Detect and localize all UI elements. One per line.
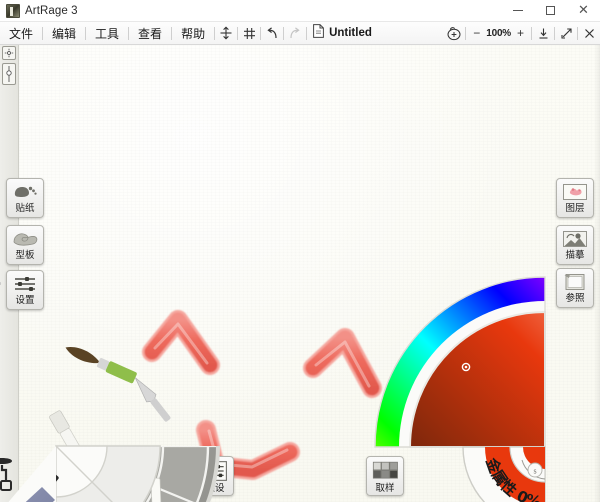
- window-title: ArtRage 3: [25, 4, 78, 17]
- maximize-button[interactable]: [534, 0, 567, 22]
- menu-view[interactable]: 查看: [129, 22, 171, 45]
- zoom-level: 100%: [486, 27, 511, 39]
- artrage-app-icon: [6, 3, 20, 18]
- menu-help[interactable]: 帮助: [172, 22, 214, 45]
- layers-icon: [563, 184, 587, 200]
- tracing-image-icon: [563, 231, 587, 247]
- stencils-label: 型板: [15, 250, 35, 261]
- stencils-button[interactable]: 型板: [6, 225, 44, 265]
- title-bar: ArtRage 3 ✕: [0, 0, 600, 22]
- redo-icon[interactable]: [284, 22, 306, 45]
- window-controls: ✕: [501, 0, 600, 22]
- stickers-label: 贴纸: [15, 203, 35, 214]
- artrage-window: ArtRage 3 ✕ 文件 编辑 工具 查看 帮助 Untitled − 10…: [0, 0, 600, 502]
- add-circle-icon[interactable]: [443, 22, 465, 45]
- fit-to-screen-icon[interactable]: [532, 22, 554, 45]
- paint-roller-tool: [0, 458, 12, 491]
- zoom-out-button[interactable]: −: [471, 26, 482, 40]
- color-wheel[interactable]: s 金属性 0%: [372, 274, 600, 502]
- zoom-in-button[interactable]: +: [515, 26, 526, 40]
- mini-pressure-slider[interactable]: [2, 63, 16, 85]
- menu-edit[interactable]: 编辑: [43, 22, 85, 45]
- document-chip[interactable]: Untitled: [307, 22, 380, 45]
- tracing-button[interactable]: 描摹: [556, 225, 594, 265]
- opacity-slider: [8, 446, 56, 502]
- menu-bar: 文件 编辑 工具 查看 帮助 Untitled − 100% +: [0, 22, 600, 45]
- tracing-label: 描摹: [565, 250, 585, 261]
- svg-text:s: s: [533, 467, 536, 476]
- move-canvas-icon[interactable]: [215, 22, 237, 45]
- document-icon: [313, 23, 324, 43]
- layers-button[interactable]: 图层: [556, 178, 594, 218]
- menu-file[interactable]: 文件: [0, 22, 42, 45]
- stickers-button[interactable]: 贴纸: [6, 178, 44, 218]
- menu-tools[interactable]: 工具: [86, 22, 128, 45]
- close-document-icon[interactable]: [578, 22, 600, 45]
- sticker-foot-icon: [14, 186, 37, 197]
- document-name: Untitled: [329, 27, 372, 39]
- stencil-swirl-icon: [13, 233, 38, 246]
- undo-icon[interactable]: [261, 22, 283, 45]
- grid-icon[interactable]: [238, 22, 260, 45]
- metallic-dial: s 金属性 0%: [462, 446, 546, 502]
- zoom-controls: − 100% +: [466, 26, 531, 40]
- close-button[interactable]: ✕: [567, 0, 600, 22]
- layers-label: 图层: [565, 203, 585, 214]
- tool-wheel[interactable]: T 50%: [0, 282, 220, 502]
- minimize-button[interactable]: [501, 0, 534, 22]
- mini-move-tool[interactable]: [2, 46, 16, 60]
- expand-icon[interactable]: [555, 22, 577, 45]
